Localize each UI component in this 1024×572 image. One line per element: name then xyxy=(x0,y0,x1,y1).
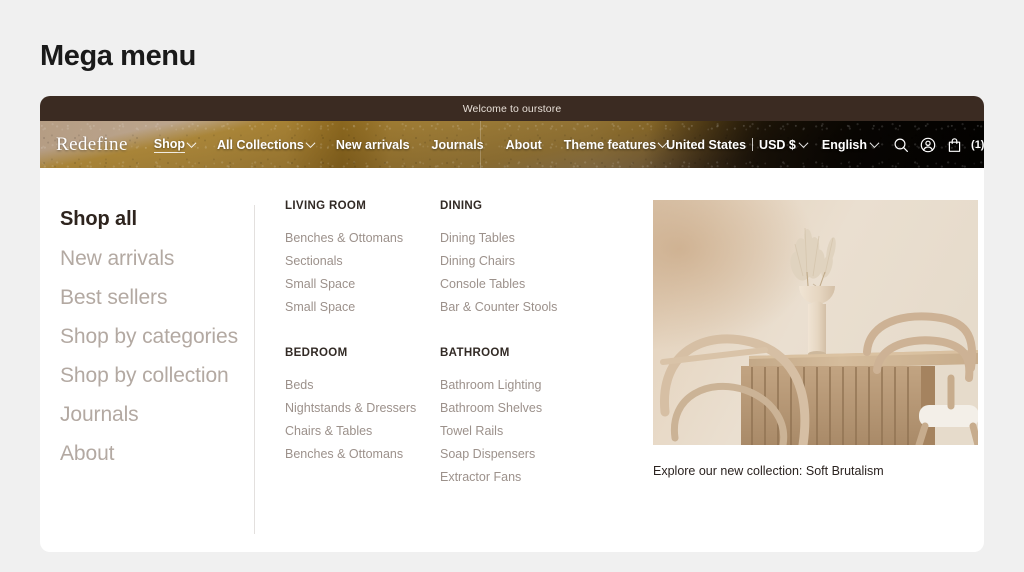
category-link[interactable]: Small Space xyxy=(285,296,440,319)
nav-item-new-arrivals-label: New arrivals xyxy=(335,137,410,152)
category-link[interactable]: Soap Dispensers xyxy=(440,443,595,466)
nav-item-all-collections[interactable]: All Collections xyxy=(217,137,316,152)
separator xyxy=(752,138,754,151)
promo-image[interactable] xyxy=(653,200,978,445)
language-selector[interactable]: English xyxy=(821,137,880,152)
shopping-bag-icon[interactable] xyxy=(947,137,962,153)
category-heading-living-room: LIVING ROOM xyxy=(285,200,367,212)
mega-link-shop-all[interactable]: Shop all xyxy=(60,200,254,239)
chevron-down-icon xyxy=(869,138,880,149)
mega-link-about[interactable]: About xyxy=(60,434,254,473)
mega-link-new-arrivals[interactable]: New arrivals xyxy=(60,239,254,278)
category-link[interactable]: Dining Tables xyxy=(440,227,595,250)
site-navbar: Redefine Shop All Collections New arriva… xyxy=(40,121,984,168)
category-heading-bathroom: BATHROOM xyxy=(440,347,510,359)
country-selector-label: United States xyxy=(666,137,747,152)
account-icon[interactable] xyxy=(920,137,936,153)
promo-caption: Explore our new collection: Soft Brutali… xyxy=(653,464,884,478)
nav-item-journals[interactable]: Journals xyxy=(432,138,484,152)
mega-link-journals[interactable]: Journals xyxy=(60,395,254,434)
nav-item-theme-features-label: Theme features xyxy=(563,137,657,152)
nav-item-about-label: About xyxy=(505,137,542,152)
category-link[interactable]: Chairs & Tables xyxy=(285,420,440,443)
nav-item-about[interactable]: About xyxy=(506,138,542,152)
mega-menu-primary-list: Shop all New arrivals Best sellers Shop … xyxy=(40,200,254,552)
category-link[interactable]: Bar & Counter Stools xyxy=(440,296,595,319)
announcement-bar: Welcome to ourstore xyxy=(40,96,984,121)
category-link[interactable]: Dining Chairs xyxy=(440,250,595,273)
category-link[interactable]: Bathroom Lighting xyxy=(440,374,595,397)
category-link[interactable]: Extractor Fans xyxy=(440,466,595,489)
category-column-dining: DINING Dining Tables Dining Chairs Conso… xyxy=(440,200,595,319)
nav-item-shop-label: Shop xyxy=(153,136,186,153)
nav-item-new-arrivals[interactable]: New arrivals xyxy=(336,138,410,152)
mega-menu-category-columns: LIVING ROOM Benches & Ottomans Sectional… xyxy=(255,200,639,552)
chevron-down-icon xyxy=(798,138,809,149)
mega-link-shop-by-collection[interactable]: Shop by collection xyxy=(60,356,254,395)
nav-item-theme-features[interactable]: Theme features xyxy=(563,137,668,152)
nav-item-journals-label: Journals xyxy=(431,137,484,152)
brand-logo[interactable]: Redefine xyxy=(56,134,128,156)
navbar-utilities: United States USD $ English (1) xyxy=(666,137,984,153)
category-heading-bedroom: BEDROOM xyxy=(285,347,348,359)
mega-menu-panel: Shop all New arrivals Best sellers Shop … xyxy=(40,168,984,552)
search-icon[interactable] xyxy=(893,137,909,153)
chevron-down-icon xyxy=(186,138,197,149)
cart-item-count: (1) xyxy=(971,138,984,151)
nav-item-shop[interactable]: Shop xyxy=(153,136,197,153)
category-column-bathroom: BATHROOM Bathroom Lighting Bathroom Shel… xyxy=(440,347,595,489)
language-selector-label: English xyxy=(821,137,868,152)
category-column-bedroom: BEDROOM Beds Nightstands & Dressers Chai… xyxy=(285,347,440,489)
category-column-living-room: LIVING ROOM Benches & Ottomans Sectional… xyxy=(285,200,440,319)
currency-selector-label: USD $ xyxy=(759,137,796,152)
page-title: Mega menu xyxy=(40,40,196,72)
category-heading-dining: DINING xyxy=(440,200,483,212)
category-link[interactable]: Nightstands & Dressers xyxy=(285,397,440,420)
category-link[interactable]: Small Space xyxy=(285,273,440,296)
mega-menu-promo[interactable]: Explore our new collection: Soft Brutali… xyxy=(653,200,978,552)
nav-item-all-collections-label: All Collections xyxy=(217,137,304,152)
announcement-text: Welcome to ourstore xyxy=(462,102,562,115)
category-link[interactable]: Benches & Ottomans xyxy=(285,227,440,250)
category-link[interactable]: Console Tables xyxy=(440,273,595,296)
category-link[interactable]: Benches & Ottomans xyxy=(285,443,440,466)
category-link[interactable]: Sectionals xyxy=(285,250,440,273)
mega-link-shop-by-categories[interactable]: Shop by categories xyxy=(60,317,254,356)
category-link[interactable]: Beds xyxy=(285,374,440,397)
category-link[interactable]: Bathroom Shelves xyxy=(440,397,595,420)
country-currency-selector[interactable]: United States USD $ xyxy=(666,137,809,152)
mega-menu-card: Welcome to ourstore Redefine Shop All Co… xyxy=(40,96,984,552)
chevron-down-icon xyxy=(305,138,316,149)
mega-link-best-sellers[interactable]: Best sellers xyxy=(60,278,254,317)
category-link[interactable]: Towel Rails xyxy=(440,420,595,443)
primary-navigation: Shop All Collections New arrivals Journa… xyxy=(153,136,668,153)
